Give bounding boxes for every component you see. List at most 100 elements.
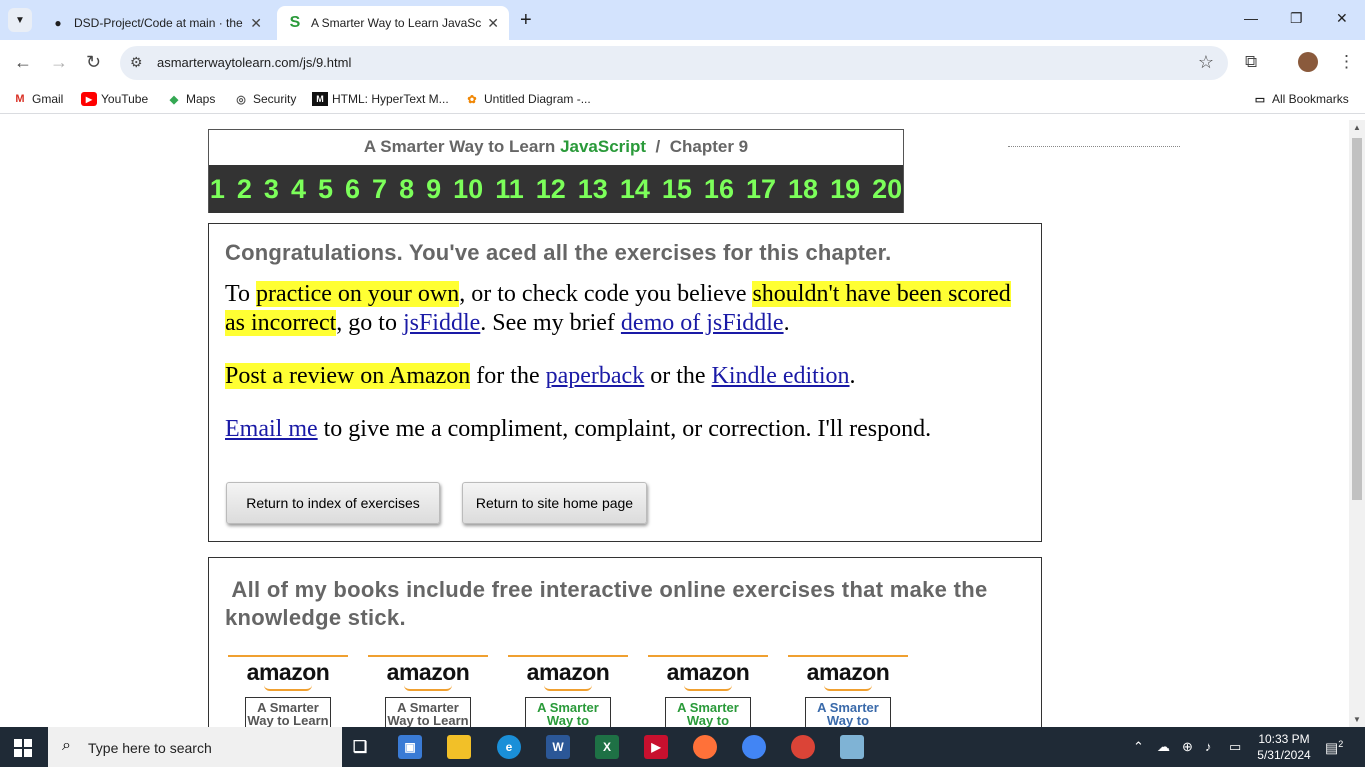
bookmark-star-icon[interactable]: ☆: [1198, 52, 1214, 73]
address-bar[interactable]: ⚙ asmarterwaytolearn.com/js/9.html ☆: [120, 46, 1228, 80]
tab-github[interactable]: ● DSD-Project/Code at main · the ✕: [40, 6, 272, 40]
chapter-link[interactable]: 13: [578, 174, 608, 205]
book-card[interactable]: amazon A Smarter Way to: [648, 655, 768, 727]
notifications-icon[interactable]: ▤2: [1325, 739, 1343, 757]
bookmark-maps[interactable]: ◆ Maps: [166, 92, 216, 106]
review-paragraph: Post a review on Amazon for the paperbac…: [225, 363, 856, 389]
chapter-link[interactable]: 5: [318, 174, 333, 205]
globe-icon: ◎: [236, 93, 246, 106]
camera-app-icon[interactable]: ▶: [644, 735, 668, 759]
chapter-link[interactable]: 4: [291, 174, 306, 205]
book-cover: A Smarter Way to: [525, 697, 611, 727]
back-button[interactable]: ←: [14, 52, 32, 73]
bookmark-youtube[interactable]: ▶ YouTube: [81, 92, 148, 106]
email-paragraph: Email me to give me a compliment, compla…: [225, 416, 932, 442]
book-card[interactable]: amazon A Smarter Way to: [788, 655, 908, 727]
book-card[interactable]: amazon A Smarter Way to Learn: [368, 655, 488, 727]
onedrive-icon[interactable]: ☁: [1157, 739, 1170, 755]
page-scrollbar[interactable]: ▲ ▼: [1349, 120, 1365, 727]
bookmark-gmail[interactable]: M Gmail: [12, 92, 63, 106]
chrome-profile-icon[interactable]: [791, 735, 815, 759]
chapter-link[interactable]: 6: [345, 174, 360, 205]
volume-icon[interactable]: ♪: [1205, 739, 1212, 754]
battery-icon[interactable]: ▭: [1229, 739, 1241, 755]
chrome-icon[interactable]: [742, 735, 766, 759]
chapter-link[interactable]: 15: [662, 174, 692, 205]
close-icon[interactable]: ✕: [250, 15, 262, 32]
bookmark-html[interactable]: M HTML: HyperText M...: [312, 92, 449, 106]
search-icon: ⌕: [62, 737, 71, 754]
notepad-icon[interactable]: [840, 735, 864, 759]
chapter-link[interactable]: 8: [399, 174, 414, 205]
scroll-up-icon[interactable]: ▲: [1353, 123, 1361, 132]
book-card[interactable]: amazon A Smarter Way to Learn: [228, 655, 348, 727]
chapter-link[interactable]: 9: [426, 174, 441, 205]
paperback-link[interactable]: paperback: [546, 363, 645, 389]
email-link[interactable]: Email me: [225, 416, 318, 442]
amazon-smile-icon: [544, 685, 592, 691]
github-icon: ●: [54, 16, 62, 30]
chapter-link[interactable]: 7: [372, 174, 387, 205]
extensions-icon[interactable]: ⧉: [1245, 52, 1257, 72]
file-server-icon[interactable]: ▣: [398, 735, 422, 759]
chapter-link[interactable]: 19: [830, 174, 860, 205]
amazon-logo: amazon: [666, 659, 750, 685]
taskbar-search[interactable]: ⌕ Type here to search: [48, 727, 342, 767]
folder-icon: ▭: [1254, 93, 1266, 106]
network-icon[interactable]: ⊕: [1182, 739, 1193, 755]
chapter-link[interactable]: 1: [210, 174, 225, 205]
amazon-logo: amazon: [246, 659, 330, 685]
site-info-icon[interactable]: ⚙: [130, 54, 143, 71]
windows-start-icon[interactable]: [14, 739, 32, 757]
forward-button[interactable]: →: [50, 52, 68, 73]
chapter-link[interactable]: 3: [264, 174, 279, 205]
all-bookmarks[interactable]: ▭ All Bookmarks: [1252, 92, 1349, 106]
reload-button[interactable]: ↻: [86, 52, 101, 73]
url-text[interactable]: asmarterwaytolearn.com/js/9.html: [157, 55, 351, 70]
menu-icon[interactable]: ⋮: [1338, 52, 1355, 72]
amazon-logo: amazon: [386, 659, 470, 685]
chapter-link[interactable]: 2: [237, 174, 252, 205]
chapter-link[interactable]: 16: [704, 174, 734, 205]
file-explorer-icon[interactable]: [447, 735, 471, 759]
chapter-link[interactable]: 14: [620, 174, 650, 205]
chapter-link[interactable]: 17: [746, 174, 776, 205]
bookmark-security[interactable]: ◎ Security: [233, 92, 296, 106]
chapter-link[interactable]: 11: [495, 174, 524, 205]
tray-chevron-up-icon[interactable]: ⌃: [1133, 739, 1144, 755]
tab-search-button[interactable]: ▼: [8, 8, 32, 32]
tab-smarterway[interactable]: S A Smarter Way to Learn JavaScr ✕: [277, 6, 509, 40]
edge-icon[interactable]: e: [497, 735, 521, 759]
chapter-link[interactable]: 18: [788, 174, 818, 205]
book-card[interactable]: amazon A Smarter Way to: [508, 655, 628, 727]
close-window-button[interactable]: ✕: [1336, 10, 1348, 27]
close-icon[interactable]: ✕: [487, 15, 499, 32]
chapter-link[interactable]: 10: [453, 174, 483, 205]
amazon-smile-icon: [264, 685, 312, 691]
chapter-header: A Smarter Way to Learn JavaScript / Chap…: [208, 129, 904, 213]
restore-button[interactable]: ❐: [1290, 10, 1303, 27]
minimize-button[interactable]: —: [1244, 10, 1258, 26]
chapter-nav: 1 2 3 4 5 6 7 8 9 10 11 12 13 14 15 16 1…: [209, 165, 903, 213]
scroll-down-icon[interactable]: ▼: [1353, 715, 1361, 724]
word-icon[interactable]: W: [546, 735, 570, 759]
firefox-icon[interactable]: [693, 735, 717, 759]
avatar[interactable]: [1298, 52, 1318, 72]
amazon-logo: amazon: [526, 659, 610, 685]
windows-taskbar: ⌕ Type here to search ❏ ▣ e W X ▶ ⌃ ☁ ⊕ …: [0, 727, 1365, 767]
return-home-button[interactable]: Return to site home page: [462, 482, 647, 524]
scrollbar-thumb[interactable]: [1352, 138, 1362, 500]
task-view-icon[interactable]: ❏: [348, 735, 372, 759]
brand-name[interactable]: JavaScript: [560, 137, 646, 156]
jsfiddle-link[interactable]: jsFiddle: [403, 310, 480, 336]
jsfiddle-demo-link[interactable]: demo of jsFiddle: [621, 310, 784, 336]
kindle-link[interactable]: Kindle edition: [712, 363, 850, 389]
clock[interactable]: 10:33 PM 5/31/2024: [1256, 731, 1312, 763]
excel-icon[interactable]: X: [595, 735, 619, 759]
books-panel: All of my books include free interactive…: [208, 557, 1042, 727]
new-tab-button[interactable]: +: [520, 9, 532, 32]
chapter-link[interactable]: 20: [872, 174, 902, 205]
bookmark-diagram[interactable]: ✿ Untitled Diagram -...: [464, 92, 590, 106]
chapter-link[interactable]: 12: [536, 174, 566, 205]
return-index-button[interactable]: Return to index of exercises: [226, 482, 440, 524]
